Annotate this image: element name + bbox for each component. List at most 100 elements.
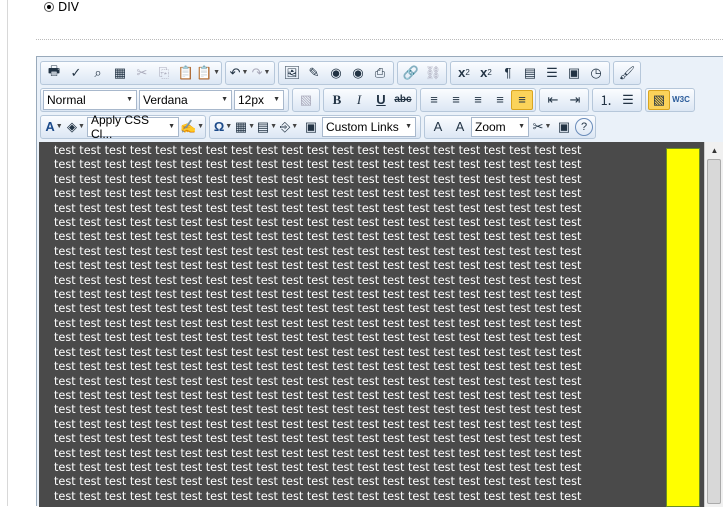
undo-icon[interactable]: ↶ ▼ — [228, 63, 250, 83]
toolbar-row-3: A ▼ ◈ ▼ Apply CSS Cl... ▼ ✍ ▼ Ω ▼ ▦ ▼ ▤ ▼ ⎆ ▼ ▣ … — [40, 113, 723, 141]
section-divider — [36, 39, 723, 40]
content-line: test test test test test test test test … — [54, 172, 582, 186]
div-radio-label: DIV — [58, 0, 79, 14]
apply-css-class-dropdown[interactable]: Apply CSS Cl... ▼ — [87, 113, 179, 141]
content-line: test test test test test test test test … — [54, 360, 582, 374]
tools-icon[interactable]: ✂ ▼ — [531, 117, 553, 137]
superscript-icon[interactable]: x2 — [453, 63, 475, 83]
custom-links-dropdown[interactable]: Custom Links ▼ — [322, 116, 416, 137]
toolbar-group-format-painter: 🖌 — [613, 60, 641, 85]
content-line: test test test test test test test test … — [54, 417, 582, 431]
xhtml-validator-icon[interactable]: W3C — [670, 90, 692, 110]
image-map-icon[interactable]: ▣ — [300, 117, 322, 137]
toolbar-group-colors: A ▼ ◈ ▼ Apply CSS Cl... ▼ ✍ ▼ — [40, 113, 206, 141]
content-line: test test test test test test test test … — [54, 259, 582, 273]
strip-formatting-icon[interactable]: A — [427, 117, 449, 137]
content-line: test test test test test test test test … — [54, 446, 582, 460]
fore-color-icon[interactable]: A ▼ — [43, 117, 65, 137]
underline-icon[interactable]: U — [370, 90, 392, 110]
image-editor-icon[interactable]: ✎ — [303, 63, 325, 83]
toolbar-group-align: ≡ ≡ ≡ ≡ ≡ — [420, 87, 536, 112]
toolbar-group-history: ↶ ▼ ↷ ▼ — [225, 60, 275, 85]
div-radio[interactable] — [44, 2, 54, 12]
toolbar-group-text-style: B I U abc — [323, 87, 417, 112]
toolbar-group-indent: ⇤ ⇥ — [539, 87, 589, 112]
cut-icon[interactable]: ✂ — [131, 63, 153, 83]
media-manager-icon[interactable]: ◉ — [347, 63, 369, 83]
outdent-icon[interactable]: ⇤ — [542, 90, 564, 110]
paste-special-icon[interactable]: 📋 ▼ — [196, 63, 220, 83]
spellcheck-icon[interactable]: ✓ — [65, 63, 87, 83]
module-icon[interactable]: ▣ — [563, 63, 585, 83]
zoom-dropdown[interactable]: Zoom ▼ — [471, 116, 529, 137]
content-line: test test test test test test test test … — [54, 331, 582, 345]
toolbar-row-2: Normal ▼ Verdana ▼ 12px ▼ ▧ B I U abc ≡ ≡ ≡… — [40, 87, 723, 112]
align-right-icon[interactable]: ≡ — [467, 90, 489, 110]
toolbar-group-edit: 🖶 ✓ ⌕ ▦ ✂ ⎘ 📋 📋 ▼ — [40, 60, 222, 85]
paragraph-icon[interactable]: ¶ — [497, 63, 519, 83]
flash-manager-icon[interactable]: ◉ — [325, 63, 347, 83]
content-line: test test test test test test test test … — [54, 374, 582, 388]
content-line: test test test test test test test test … — [54, 316, 582, 330]
scroll-up-arrow-icon[interactable]: ▲ — [705, 142, 723, 158]
insert-symbol-icon[interactable]: Ω ▼ — [212, 117, 234, 137]
module-manager-icon[interactable]: ▣ — [553, 117, 575, 137]
italic-icon[interactable]: I — [348, 90, 370, 110]
justify-full-icon[interactable]: ≡ — [489, 90, 511, 110]
toggle-table-border-icon[interactable]: ▧ — [648, 89, 670, 110]
editor-vertical-scrollbar[interactable]: ▲ — [704, 142, 723, 507]
content-line: test test test test test test test test … — [54, 230, 582, 244]
paste-icon[interactable]: 📋 — [175, 63, 197, 83]
insert-block-icon[interactable]: ▤ ▼ — [256, 117, 278, 137]
content-line: test test test test test test test test … — [54, 273, 582, 287]
toolbar-group-fonts: Normal ▼ Verdana ▼ 12px ▼ — [40, 87, 289, 112]
document-manager-icon[interactable]: ⎙ — [369, 63, 391, 83]
insert-date-time-icon[interactable]: ◷ — [585, 63, 607, 83]
toolbar-group-tools: A A Zoom ▼ ✂ ▼ ▣ ? — [424, 114, 596, 139]
print-icon[interactable]: 🖶 — [43, 63, 65, 83]
toolbar-group-links: 🔗 ⛓ — [397, 60, 447, 85]
content-line: test test test test test test test test … — [54, 460, 582, 474]
content-line: test test test test test test test test … — [54, 432, 582, 446]
editor-content-area[interactable]: test test test test test test test test … — [39, 142, 704, 507]
subscript-icon[interactable]: x2 — [475, 63, 497, 83]
editor-body-text: test test test test test test test test … — [54, 144, 662, 504]
div-option[interactable]: DIV — [44, 0, 79, 14]
content-line: test test test test test test test test … — [54, 288, 582, 302]
format-stripper-icon[interactable]: A — [449, 117, 471, 137]
scroll-thumb[interactable] — [707, 159, 721, 504]
find-replace-icon[interactable]: ⌕ — [87, 63, 109, 83]
help-icon[interactable]: ? — [575, 117, 593, 136]
image-manager-icon[interactable]: 🖼 — [281, 63, 303, 83]
content-line: test test test test test test test test … — [54, 201, 582, 215]
justify-none-icon[interactable]: ≡ — [511, 89, 533, 110]
page-left-rule — [7, 0, 8, 506]
font-name-dropdown[interactable]: Verdana ▼ — [139, 89, 232, 110]
select-all-icon[interactable]: ▦ — [109, 63, 131, 83]
hyperlink-icon[interactable]: 🔗 — [400, 63, 422, 83]
content-line: test test test test test test test test … — [54, 475, 582, 489]
content-line: test test test test test test test test … — [54, 158, 582, 172]
insert-snippet-icon[interactable]: ⎆ ▼ — [278, 117, 300, 137]
bullet-list-icon[interactable]: ☰ — [617, 90, 639, 110]
format-styles-icon[interactable]: ✍ ▼ — [180, 117, 204, 137]
ordered-list-icon[interactable]: ⒈ — [595, 90, 617, 110]
copy-icon[interactable]: ⎘ — [153, 63, 175, 83]
bold-icon[interactable]: B — [326, 90, 348, 110]
insert-table-icon[interactable]: ▦ ▼ — [234, 117, 256, 137]
horizontal-rule-icon[interactable]: ☰ — [541, 63, 563, 83]
rich-text-editor: 🖶 ✓ ⌕ ▦ ✂ ⎘ 📋 📋 ▼ ↶ ▼ ↷ ▼ 🖼 ✎ ◉ ◉ ⎙ 🔗 ⛓ x2 … — [36, 56, 723, 507]
format-painter-icon[interactable]: 🖌 — [616, 63, 638, 83]
back-color-icon[interactable]: ◈ ▼ — [65, 117, 87, 137]
unlink-icon[interactable]: ⛓ — [422, 63, 444, 83]
strikethrough-icon[interactable]: abc — [392, 90, 414, 110]
align-center-icon[interactable]: ≡ — [445, 90, 467, 110]
paragraph-style-dropdown[interactable]: Normal ▼ — [43, 89, 137, 110]
font-size-dropdown[interactable]: 12px ▼ — [234, 89, 284, 110]
indent-icon[interactable]: ⇥ — [564, 90, 586, 110]
template-icon[interactable]: ▤ — [519, 63, 541, 83]
toolbar-group-insert-objects: Ω ▼ ▦ ▼ ▤ ▼ ⎆ ▼ ▣ Custom Links ▼ — [209, 114, 421, 139]
border-icon[interactable]: ▧ — [295, 90, 317, 110]
redo-icon[interactable]: ↷ ▼ — [250, 63, 272, 83]
align-left-icon[interactable]: ≡ — [423, 90, 445, 110]
